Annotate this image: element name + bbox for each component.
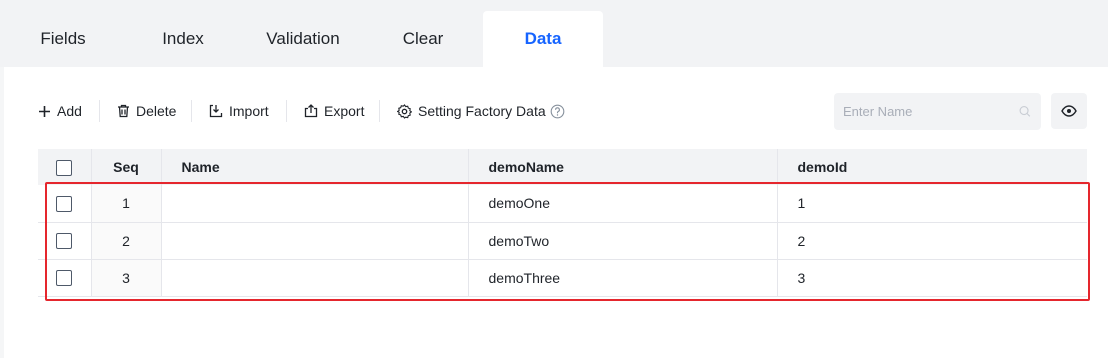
tab-data[interactable]: Data [483,11,603,67]
demoname-cell[interactable]: demoThree [468,259,778,297]
demoname-cell[interactable]: demoTwo [468,222,778,260]
seq-cell: 3 [91,259,162,297]
row-select-cell [38,222,92,260]
row-select-cell [38,259,92,297]
row-checkbox[interactable] [56,195,73,212]
tab-bar: Fields Index Validation Clear Data [0,0,1108,67]
setting-factory-data-label: Setting Factory Data [418,103,546,119]
search-icon[interactable] [1019,105,1031,118]
row-checkbox[interactable] [56,233,73,250]
delete-label: Delete [136,103,177,119]
select-all-cell [38,149,92,185]
data-table: Seq Name demoName demoId 1 demoOne 1 2 d… [38,149,1087,297]
toolbar-divider [191,100,192,122]
column-header-seq[interactable]: Seq [91,149,162,185]
table-header-row: Seq Name demoName demoId [38,149,1087,185]
plus-icon [39,105,50,117]
seq-cell: 2 [91,222,162,260]
export-button[interactable]: Export [304,98,364,124]
gear-icon [397,103,412,119]
eye-icon [1061,105,1077,117]
demoname-cell[interactable]: demoOne [468,185,778,223]
select-all-checkbox[interactable] [56,159,73,176]
search-box [834,93,1041,130]
demoid-cell[interactable]: 1 [777,185,1087,223]
tab-index[interactable]: Index [130,11,236,67]
add-label: Add [57,103,82,119]
demoid-cell[interactable]: 2 [777,222,1087,260]
setting-factory-data-button[interactable]: Setting Factory Data [397,98,565,124]
tab-validation[interactable]: Validation [242,11,364,67]
column-visibility-button[interactable] [1051,93,1087,129]
table-row[interactable]: 1 demoOne 1 [38,185,1087,223]
tab-clear[interactable]: Clear [370,11,476,67]
row-checkbox[interactable] [56,270,73,287]
table-row[interactable]: 3 demoThree 3 [38,259,1087,297]
export-icon [304,104,318,118]
add-button[interactable]: Add [38,98,82,124]
import-button[interactable]: Import [209,98,269,124]
toolbar-divider [99,100,100,122]
toolbar-divider [379,100,380,122]
seq-cell: 1 [91,185,162,223]
row-select-cell [38,185,92,223]
demoid-cell[interactable]: 3 [777,259,1087,297]
search-input[interactable] [843,104,1019,119]
import-label: Import [229,103,269,119]
column-header-demoname[interactable]: demoName [468,149,778,185]
name-cell[interactable] [161,222,469,260]
column-header-name[interactable]: Name [161,149,469,185]
help-icon[interactable] [550,104,565,119]
import-icon [209,104,223,118]
toolbar-divider [286,100,287,122]
delete-button[interactable]: Delete [117,98,176,124]
trash-icon [118,104,129,118]
export-label: Export [324,103,365,119]
tab-fields[interactable]: Fields [10,11,116,67]
name-cell[interactable] [161,259,469,297]
left-edge [0,67,4,358]
column-header-demoid[interactable]: demoId [777,149,1087,185]
name-cell[interactable] [161,185,469,223]
table-row[interactable]: 2 demoTwo 2 [38,222,1087,260]
